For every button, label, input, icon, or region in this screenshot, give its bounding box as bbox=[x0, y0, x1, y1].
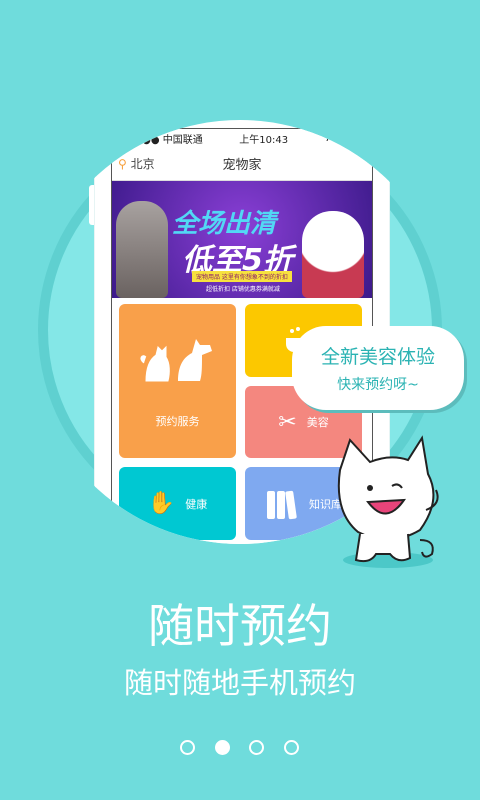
location-selector[interactable]: ⚲ 北京 bbox=[118, 155, 155, 172]
bubble-line2: 快来预约呀~ bbox=[337, 377, 419, 393]
page-subtitle: 随时随地手机预约 bbox=[123, 666, 356, 700]
page-title: 随时预约 bbox=[148, 599, 332, 653]
pager-dot-4[interactable] bbox=[284, 740, 299, 755]
tile-label: 健康 bbox=[185, 497, 208, 511]
location-pin-icon: ⚲ bbox=[118, 157, 127, 171]
cat-dog-icon bbox=[139, 339, 212, 382]
banner-note: 超低折扣 店铺优惠券满就减 bbox=[206, 286, 280, 293]
phone-mute-button bbox=[89, 140, 96, 164]
phone-speaker bbox=[215, 96, 269, 107]
speech-bubble: 全新美容体验 快来预约呀~ bbox=[292, 326, 464, 410]
pager-dot-1[interactable] bbox=[180, 740, 195, 755]
tile-label: 美容 bbox=[306, 416, 329, 429]
kitten-image bbox=[116, 201, 168, 298]
location-label: 北京 bbox=[130, 157, 155, 171]
time: 上午10:43 bbox=[239, 134, 289, 146]
books-icon bbox=[267, 490, 297, 519]
pager-dot-2-active[interactable] bbox=[215, 740, 230, 755]
bubble-line1: 全新美容体验 bbox=[320, 346, 435, 368]
tile-label: 预约服务 bbox=[155, 415, 200, 428]
banner-tag: 宠物用品 这里有你想象不到的折扣 bbox=[192, 271, 292, 282]
phone-camera bbox=[237, 76, 247, 86]
tile-appointment[interactable]: 预约服务 bbox=[119, 304, 236, 458]
status-bar: ●●●●● 中国联通 上午10:43 74% bbox=[112, 129, 372, 147]
battery-percent: 74% bbox=[324, 132, 347, 144]
tile-health[interactable]: ✋ 健康 bbox=[119, 467, 236, 540]
promo-banner[interactable]: 全场出清 低至5折 宠物用品 这里有你想象不到的折扣 超低折扣 店铺优惠券满就减 bbox=[112, 181, 372, 298]
app-header: ⚲ 北京 宠物家 bbox=[112, 147, 372, 181]
battery-icon bbox=[350, 133, 368, 142]
carrier: ●●●●● 中国联通 bbox=[116, 134, 203, 146]
scissors-icon: ✂ bbox=[278, 409, 297, 435]
battery: 74% bbox=[325, 133, 368, 144]
pager-dot-3[interactable] bbox=[249, 740, 264, 755]
cat-mascot bbox=[337, 435, 439, 568]
hand-heart-icon: ✋ bbox=[147, 491, 176, 516]
dog-image bbox=[302, 211, 364, 298]
